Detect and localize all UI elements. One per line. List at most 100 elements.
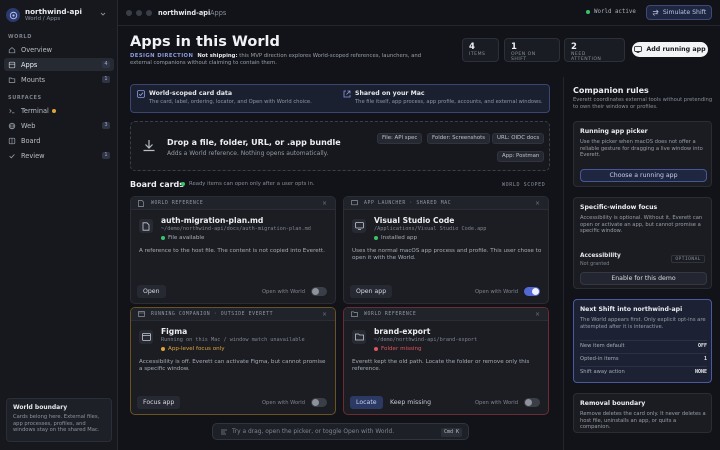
enable-for-demo-button[interactable]: Enable for this demo [580, 272, 707, 285]
sidebar-item-label: Board [21, 136, 41, 145]
card-figma[interactable]: RUNNING COMPANION · OUTSIDE EVERETT × Fi… [130, 307, 336, 415]
card-status-text: App-level focus only [168, 346, 225, 352]
card-visual-studio-code[interactable]: APP LAUNCHER · SHARED MAC × Visual Studi… [343, 196, 549, 304]
banner-left-title: World-scoped card data [149, 90, 233, 97]
row-value: 1 [703, 356, 707, 362]
boundary-title: World boundary [13, 404, 68, 411]
close-icon[interactable]: × [535, 200, 540, 207]
board-note: Ready items can open only after a user o… [181, 181, 315, 187]
focus-desc: Accessibility is optional. Without it, E… [580, 215, 703, 235]
toggle-knob [525, 399, 532, 406]
stat-label: ITEMS [469, 52, 486, 57]
choose-running-app-button[interactable]: Choose a running app [580, 169, 707, 182]
open-with-world-toggle[interactable] [524, 398, 540, 407]
check-icon [9, 153, 15, 158]
open-with-world-toggle[interactable] [524, 287, 540, 296]
card-desc: Accessibility is off. Everett can activa… [139, 359, 326, 372]
toggle-label: Open with World [474, 400, 518, 406]
chip-app[interactable]: App: Postman [497, 151, 545, 162]
sidebar-item-overview[interactable]: Overview [4, 43, 114, 56]
picker-desc: Use the picker when macOS does not offer… [580, 139, 703, 159]
sidebar-item-label: Terminal [21, 106, 49, 115]
sidebar: northwind-api World / Apps WORLD Overvie… [0, 0, 118, 450]
open-app-button[interactable]: Open app [350, 285, 393, 298]
folder-icon [8, 77, 16, 83]
chevron-down-icon [100, 12, 106, 16]
optional-badge: OPTIONAL [671, 255, 705, 263]
sidebar-item-apps[interactable]: Apps 4 [4, 58, 114, 71]
card-auth-migration-plan[interactable]: WORLD REFERENCE × auth-migration-plan.md… [130, 196, 336, 304]
banner-left-desc: The card, label, ordering, locator, and … [149, 99, 312, 105]
add-running-app-button[interactable]: Add running app [632, 42, 708, 57]
focus-title: Specific-window focus [580, 204, 658, 211]
card-desc: A reference to the host file. The conten… [139, 248, 325, 254]
command-bar[interactable]: Try a drag, open the picker, or toggle O… [212, 423, 469, 440]
window-zoom-button[interactable] [146, 10, 152, 16]
card-kind: WORLD REFERENCE [364, 312, 417, 317]
open-with-world-toggle[interactable] [311, 287, 327, 296]
stat-label: NEED ATTENTION [571, 52, 602, 62]
world-status: World active [586, 9, 636, 15]
card-status: Folder missing [374, 346, 422, 352]
shift-row-away-action: Shift away action NONE [580, 366, 707, 376]
sidebar-item-web[interactable]: Web 3 [4, 119, 114, 132]
stat-label: OPEN ON SHIFT [511, 52, 536, 62]
focus-app-button[interactable]: Focus app [137, 396, 181, 409]
window-minimize-button[interactable] [136, 10, 142, 16]
count-badge: 4 [102, 61, 110, 68]
card-header: WORLD REFERENCE × [344, 308, 548, 321]
drop-title: Drop a file, folder, URL, or .app bundle [167, 138, 341, 147]
status-dot [374, 347, 378, 351]
keep-missing-button[interactable]: Keep missing [390, 396, 431, 409]
sidebar-item-terminal[interactable]: Terminal [4, 104, 114, 117]
breadcrumb-page: Apps [210, 9, 227, 17]
card-brand-export[interactable]: WORLD REFERENCE × brand-export ~/demo/no… [343, 307, 549, 415]
toggle-label: Open with World [474, 289, 518, 295]
workspace-switcher[interactable]: northwind-api World / Apps [6, 5, 110, 25]
board-title: Board cards [130, 180, 185, 189]
check-square-icon [137, 90, 145, 98]
page-title: Apps in this World [130, 34, 280, 50]
sidebar-item-mounts[interactable]: Mounts 1 [4, 73, 114, 86]
card-header: RUNNING COMPANION · OUTSIDE EVERETT × [131, 308, 335, 321]
status-dot [161, 236, 165, 240]
card-footer: Open Open with World [131, 281, 335, 303]
window-icon [351, 200, 358, 206]
board-scope: WORLD SCOPED [502, 182, 546, 188]
drop-zone[interactable]: Drop a file, folder, URL, or .app bundle… [130, 121, 550, 171]
stat-open-on-shift: 1 OPEN ON SHIFT [504, 38, 560, 62]
chip-folder[interactable]: Folder: Screenshots [427, 133, 491, 144]
close-icon[interactable]: × [535, 311, 540, 318]
companion-desc: Everett coordinates external tools witho… [573, 97, 713, 110]
section-world-label: WORLD [8, 34, 32, 40]
close-icon[interactable]: × [322, 200, 327, 207]
close-icon[interactable]: × [322, 311, 327, 318]
chip-url[interactable]: URL: OIDC docs [492, 133, 545, 144]
companion-rules-panel: Companion rules Everett coordinates exte… [563, 77, 720, 450]
chip-file[interactable]: File: API spec [377, 133, 423, 144]
window-close-button[interactable] [126, 10, 132, 16]
window-icon [634, 46, 643, 53]
file-icon [139, 219, 153, 233]
sidebar-item-board[interactable]: Board [4, 134, 114, 147]
card-desc: Uses the normal macOS app process and pr… [352, 248, 542, 261]
sidebar-item-label: Review [21, 151, 45, 160]
world-status-label: World active [594, 9, 636, 15]
open-button[interactable]: Open [137, 285, 166, 298]
banner-right-title: Shared on your Mac [355, 90, 425, 97]
next-shift-title: Next Shift into northwind-api [580, 306, 683, 313]
warning-dot [51, 108, 56, 113]
toggle-knob [312, 399, 319, 406]
open-with-world-toggle[interactable] [311, 398, 327, 407]
card-name: auth-migration-plan.md [161, 216, 264, 225]
row-value: NONE [694, 369, 707, 375]
card-status: App-level focus only [161, 346, 225, 352]
simulate-shift-button[interactable]: Simulate Shift [646, 5, 712, 20]
locate-button[interactable]: Locate [350, 396, 383, 409]
command-shortcut: Cmd K [440, 428, 462, 437]
sidebar-item-review[interactable]: Review 1 [4, 149, 114, 162]
stat-items: 4 ITEMS [462, 38, 499, 62]
running-app-picker-card: Running app picker Use the picker when m… [573, 121, 712, 187]
card-status-text: File available [168, 235, 205, 241]
app-icon [352, 219, 366, 233]
